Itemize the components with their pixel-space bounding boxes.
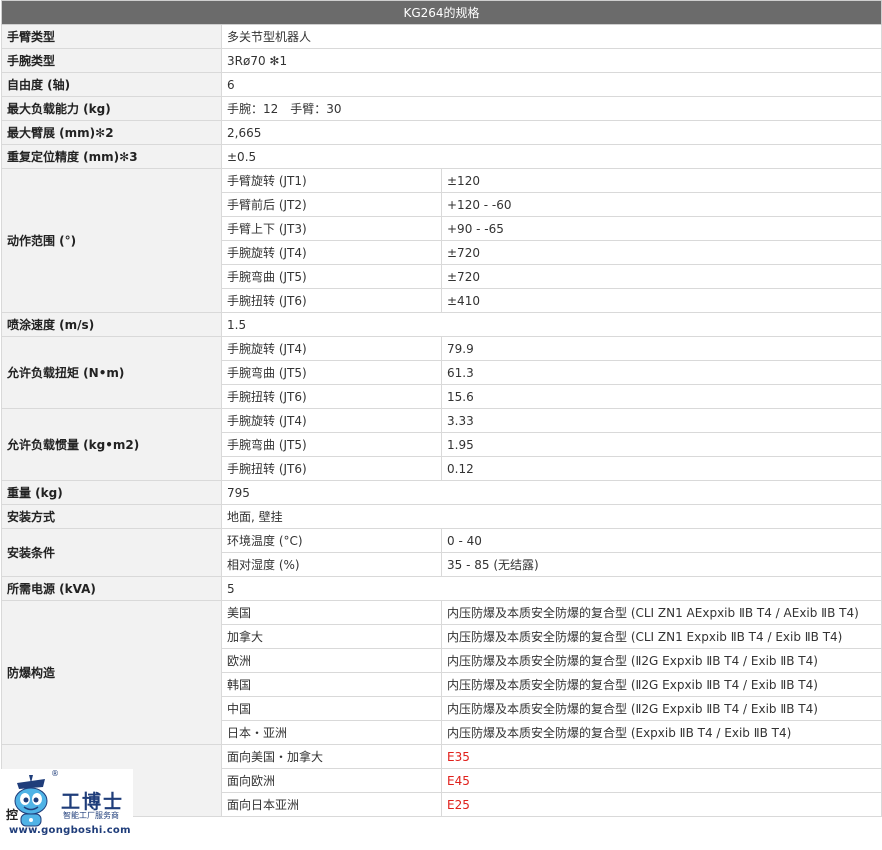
registered-mark: ® — [51, 769, 59, 778]
row-label: 自由度 (轴) — [1, 72, 222, 97]
sub-value: E35 — [440, 744, 882, 769]
table-row: 重量 (kg) 795 — [1, 480, 882, 505]
brand-url: www.gongboshi.com — [9, 825, 131, 836]
sub-label: 日本・亚洲 — [221, 720, 442, 745]
table-row: 面向美国・加拿大 E35 — [1, 744, 882, 817]
row-label: 重量 (kg) — [1, 480, 222, 505]
sub-label: 手臂上下 (JT3) — [221, 216, 442, 241]
sub-label: 加拿大 — [221, 624, 442, 649]
table-row: 所需电源 (kVA) 5 — [1, 576, 882, 601]
table-row: 防爆构造 美国 内压防爆及本质安全防爆的复合型 (CLI ZN1 AExpxib… — [1, 600, 882, 745]
row-value: ±0.5 — [220, 144, 882, 169]
robot-mascot-icon — [14, 775, 48, 827]
sub-label: 环境温度 (°C) — [221, 528, 442, 553]
table-row: 手腕类型 3Rø70 ✻1 — [1, 48, 882, 73]
row-label: 所需电源 (kVA) — [1, 576, 222, 601]
sub-label: 手腕旋转 (JT4) — [221, 240, 442, 265]
sub-value: E45 — [440, 768, 882, 793]
row-value: 5 — [220, 576, 882, 601]
sub-value: 35 - 85 (无结露) — [440, 552, 882, 577]
sub-label: 手腕弯曲 (JT5) — [221, 264, 442, 289]
sub-value: 内压防爆及本质安全防爆的复合型 (Expxib ⅡB T4 / Exib ⅡB … — [440, 720, 882, 745]
sub-label: 美国 — [221, 600, 442, 625]
row-value: 2,665 — [220, 120, 882, 145]
sub-value: 1.95 — [440, 432, 882, 457]
sub-label: 面向美国・加拿大 — [221, 744, 442, 769]
row-label: 最大臂展 (mm)✻2 — [1, 120, 222, 145]
row-value: 3Rø70 ✻1 — [220, 48, 882, 73]
sub-value: 15.6 — [440, 384, 882, 409]
row-label: 重复定位精度 (mm)✻3 — [1, 144, 222, 169]
sub-label: 手臂前后 (JT2) — [221, 192, 442, 217]
brand-tagline: 智能工厂服务商 — [63, 811, 119, 820]
sub-label: 中国 — [221, 696, 442, 721]
table-title: KG264的规格 — [0, 0, 882, 25]
sub-value: 79.9 — [440, 336, 882, 361]
sub-value: ±410 — [440, 288, 882, 313]
sub-value: 内压防爆及本质安全防爆的复合型 (CLI ZN1 AExpxib ⅡB T4 /… — [440, 600, 882, 625]
row-label: 安装条件 — [1, 528, 222, 577]
sub-value: 61.3 — [440, 360, 882, 385]
row-label: 喷涂速度 (m/s) — [1, 312, 222, 337]
row-value: 多关节型机器人 — [220, 24, 882, 49]
row-label: 允许负载惯量 (kg•m2) — [1, 408, 222, 481]
row-value: 手腕：12 手臂：30 — [220, 96, 882, 121]
spec-table: KG264的规格 手臂类型 多关节型机器人 手腕类型 3Rø70 ✻1 自由度 … — [0, 0, 882, 817]
table-row: 允许负载扭矩 (N•m) 手腕旋转 (JT4) 79.9 — [1, 336, 882, 409]
sub-value: +120 - -60 — [440, 192, 882, 217]
sub-label: 手腕扭转 (JT6) — [221, 288, 442, 313]
row-label: 防爆构造 — [1, 600, 222, 745]
table-row: 允许负载惯量 (kg•m2) 手腕旋转 (JT4) 3.33 — [1, 408, 882, 481]
row-label: 手腕类型 — [1, 48, 222, 73]
sub-value: +90 - -65 — [440, 216, 882, 241]
row-label: 动作范围 (°) — [1, 168, 222, 313]
table-row: 动作范围 (°) 手臂旋转 (JT1) ±120 — [1, 168, 882, 313]
sub-label: 相对湿度 (%) — [221, 552, 442, 577]
row-label: 手臂类型 — [1, 24, 222, 49]
sub-value: 内压防爆及本质安全防爆的复合型 (Ⅱ2G Expxib ⅡB T4 / Exib… — [440, 648, 882, 673]
sub-label: 韩国 — [221, 672, 442, 697]
table-row: 安装方式 地面, 壁挂 — [1, 504, 882, 529]
spec-table-container: KG264的规格 手臂类型 多关节型机器人 手腕类型 3Rø70 ✻1 自由度 … — [0, 0, 882, 849]
sub-value: 内压防爆及本质安全防爆的复合型 (Ⅱ2G Expxib ⅡB T4 / Exib… — [440, 696, 882, 721]
sub-value: 0.12 — [440, 456, 882, 481]
table-row: 最大臂展 (mm)✻2 2,665 — [1, 120, 882, 145]
table-row: 最大负载能力 (kg) 手腕：12 手臂：30 — [1, 96, 882, 121]
table-row: 重复定位精度 (mm)✻3 ±0.5 — [1, 144, 882, 169]
sub-label: 手腕旋转 (JT4) — [221, 336, 442, 361]
table-row: 手臂类型 多关节型机器人 — [1, 24, 882, 49]
row-value: 地面, 壁挂 — [220, 504, 882, 529]
sub-label: 手腕弯曲 (JT5) — [221, 360, 442, 385]
sub-label: 手腕扭转 (JT6) — [221, 384, 442, 409]
table-row: 喷涂速度 (m/s) 1.5 — [1, 312, 882, 337]
sub-label: 手腕扭转 (JT6) — [221, 456, 442, 481]
sub-value: 3.33 — [440, 408, 882, 433]
sub-value: 内压防爆及本质安全防爆的复合型 (Ⅱ2G Expxib ⅡB T4 / Exib… — [440, 672, 882, 697]
row-value: 1.5 — [220, 312, 882, 337]
table-row: 自由度 (轴) 6 — [1, 72, 882, 97]
row-label: 安装方式 — [1, 504, 222, 529]
sub-value: 0 - 40 — [440, 528, 882, 553]
sub-label: 欧洲 — [221, 648, 442, 673]
row-label: 允许负载扭矩 (N•m) — [1, 336, 222, 409]
sub-label: 面向欧洲 — [221, 768, 442, 793]
sub-label: 手腕弯曲 (JT5) — [221, 432, 442, 457]
sub-label: 面向日本亚洲 — [221, 792, 442, 817]
sub-value: E25 — [440, 792, 882, 817]
sub-label: 手臂旋转 (JT1) — [221, 168, 442, 193]
sub-value: ±720 — [440, 264, 882, 289]
sub-value: ±720 — [440, 240, 882, 265]
row-value: 795 — [220, 480, 882, 505]
sub-value: ±120 — [440, 168, 882, 193]
sub-label: 手腕旋转 (JT4) — [221, 408, 442, 433]
sub-value: 内压防爆及本质安全防爆的复合型 (CLI ZN1 Expxib ⅡB T4 / … — [440, 624, 882, 649]
row-value: 6 — [220, 72, 882, 97]
row-label: 最大负载能力 (kg) — [1, 96, 222, 121]
table-row: 安装条件 环境温度 (°C) 0 - 40 — [1, 528, 882, 577]
watermark-logo: 控 ® 工博士 智能工厂服务商 www.gongboshi.com — [1, 769, 133, 849]
